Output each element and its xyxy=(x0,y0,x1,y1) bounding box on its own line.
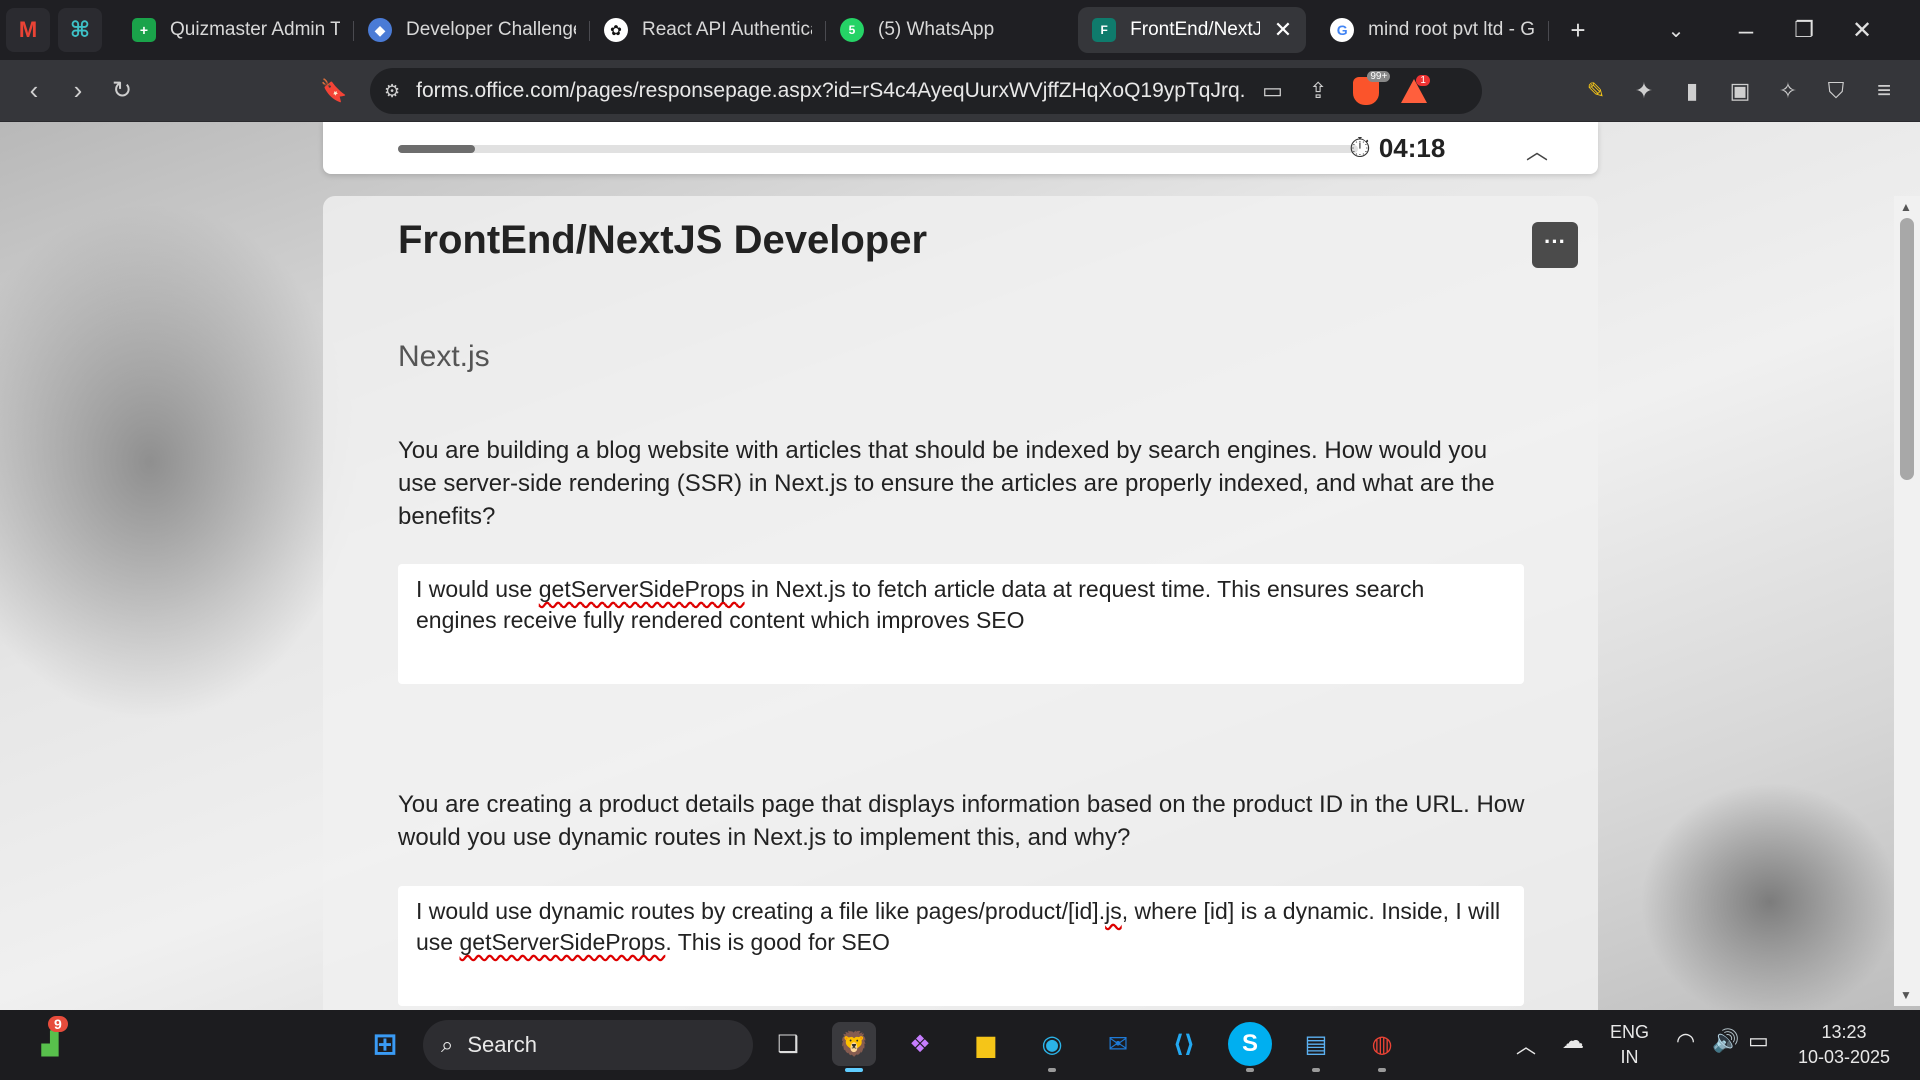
openai-icon: ✿ xyxy=(604,18,628,42)
brave-taskbar-icon[interactable]: 🦁 xyxy=(832,1022,876,1066)
notes-icon[interactable]: ✎ xyxy=(1574,69,1618,113)
search-icon: ⌕ xyxy=(441,1032,454,1057)
collapse-chevron-icon[interactable]: ︿ xyxy=(1526,134,1548,166)
bookmark-icon[interactable]: 🔖 xyxy=(312,69,356,113)
tab-developer-challenge[interactable]: ◆ Developer Challenge xyxy=(354,7,590,53)
forms-icon: F xyxy=(1092,18,1117,42)
timer-text: 04:18 xyxy=(1378,133,1446,163)
progress-bar xyxy=(398,145,1358,153)
whatsapp-icon: 5 xyxy=(840,18,864,42)
reload-icon[interactable]: ↻ xyxy=(100,69,144,113)
extensions-icon[interactable]: ✦ xyxy=(1622,69,1666,113)
browser-toolbar: ‹ › ↻ 🔖 ⚙ forms.office.com/pages/respons… xyxy=(0,60,1920,122)
stopwatch-icon: ⏱ xyxy=(1349,132,1371,163)
url-text[interactable]: forms.office.com/pages/responsepage.aspx… xyxy=(416,79,1246,103)
wallet-icon[interactable]: ▣ xyxy=(1718,69,1762,113)
google-icon: G xyxy=(1330,18,1355,42)
tab-frontend-nextjs[interactable]: F FrontEnd/NextJS ✕ xyxy=(1078,7,1307,53)
outlook-icon[interactable]: ✉ xyxy=(1096,1022,1140,1066)
clock[interactable]: 13:23 10-03-2025 xyxy=(1794,1022,1894,1068)
edge-icon[interactable]: ◉ xyxy=(1030,1022,1074,1066)
close-window-icon[interactable]: ✕ xyxy=(1833,16,1891,45)
menu-icon[interactable]: ≡ xyxy=(1862,69,1906,113)
task-view-icon[interactable]: ❑ xyxy=(766,1022,810,1066)
shield-icon: ◆ xyxy=(368,18,392,42)
back-icon[interactable]: ‹ xyxy=(12,69,56,113)
form-title: FrontEnd/NextJS Developer xyxy=(398,218,928,262)
notepad-icon[interactable]: ▤ xyxy=(1294,1022,1338,1066)
question-2: You are creating a product details page … xyxy=(398,791,1525,851)
progress-fill xyxy=(398,145,475,153)
brave-shield-icon[interactable]: 99+ xyxy=(1353,71,1391,105)
weather-widget-icon[interactable]: ▟ 9 xyxy=(28,1016,72,1066)
forward-icon[interactable]: › xyxy=(56,69,100,113)
start-icon[interactable]: ⊞ xyxy=(363,1022,407,1066)
gmail-icon[interactable]: M xyxy=(6,8,50,52)
onedrive-icon[interactable]: ☁ xyxy=(1562,1028,1584,1054)
page-scrollbar[interactable]: ▲ ▼ xyxy=(1894,196,1920,1006)
scroll-down-icon[interactable]: ▼ xyxy=(1900,988,1912,1002)
site-info-icon[interactable]: ⚙ xyxy=(384,81,400,102)
close-tab-icon[interactable]: ✕ xyxy=(1274,17,1292,43)
tab-react-api[interactable]: ✿ React API Authentica xyxy=(590,7,826,53)
language-indicator[interactable]: ENG IN xyxy=(1610,1022,1649,1068)
share-icon[interactable]: ⇪ xyxy=(1309,78,1327,104)
tab-whatsapp[interactable]: 5 (5) WhatsApp xyxy=(826,7,1008,53)
answer-1-field[interactable]: I would use getServerSideProps in Next.j… xyxy=(398,564,1524,684)
timer: ⏱ 04:18 xyxy=(1349,132,1445,165)
show-hidden-icons[interactable]: ︿ xyxy=(1516,1030,1536,1059)
address-bar[interactable]: ⚙ forms.office.com/pages/responsepage.as… xyxy=(370,68,1482,114)
question-1: You are building a blog website with art… xyxy=(398,437,1495,530)
cast-icon[interactable]: ▭ xyxy=(1262,78,1283,104)
skype-icon[interactable]: S xyxy=(1228,1022,1272,1066)
section-title: Next.js xyxy=(398,340,490,373)
file-explorer-icon[interactable]: ▆ xyxy=(964,1022,1008,1066)
new-tab-icon[interactable]: + xyxy=(1549,15,1607,46)
chrome-icon[interactable]: ◍ xyxy=(1360,1022,1404,1066)
wifi-icon[interactable]: ◠ xyxy=(1676,1028,1695,1054)
tab-search-chevron-icon[interactable]: ⌄ xyxy=(1647,18,1705,43)
tab-google[interactable]: G mind root pvt ltd - G xyxy=(1316,7,1549,53)
vpn-shield-icon[interactable]: ⛉ xyxy=(1814,69,1858,113)
battery-icon[interactable]: ▭ xyxy=(1748,1028,1769,1054)
weather-badge: 9 xyxy=(48,1016,68,1032)
restore-icon[interactable]: ❐ xyxy=(1775,17,1833,43)
volume-icon[interactable]: 🔊 xyxy=(1712,1028,1739,1054)
tab-quizmaster[interactable]: + Quizmaster Admin Ta xyxy=(118,7,354,53)
rewards-badge: 1 xyxy=(1416,75,1430,86)
taskbar: ▟ 9 ⊞ ⌕ Search ❑ 🦁 ❖ ▆ ◉ ✉ ⟨⟩ S ▤ ◍ ︿ ☁ … xyxy=(0,1010,1920,1080)
more-options-button[interactable]: ··· xyxy=(1532,222,1578,268)
form-card: FrontEnd/NextJS Developer ··· Next.js Yo… xyxy=(323,196,1598,1010)
copilot-icon[interactable]: ❖ xyxy=(898,1022,942,1066)
answer-2-field[interactable]: I would use dynamic routes by creating a… xyxy=(398,886,1524,1006)
vpn-icon[interactable]: ⌘ xyxy=(58,8,102,52)
leo-ai-icon[interactable]: ✧ xyxy=(1766,69,1810,113)
page-content: ⏱ 04:18 ︿ FrontEnd/NextJS Developer ··· … xyxy=(0,122,1920,1010)
scroll-thumb[interactable] xyxy=(1900,218,1914,480)
taskbar-search[interactable]: ⌕ Search xyxy=(423,1020,753,1070)
shield-badge: 99+ xyxy=(1367,71,1391,82)
plus-green-icon: + xyxy=(132,18,156,42)
scroll-up-icon[interactable]: ▲ xyxy=(1900,200,1912,214)
minimize-icon[interactable]: – xyxy=(1717,15,1775,46)
timer-bar: ⏱ 04:18 ︿ xyxy=(323,122,1598,174)
tab-strip: M ⌘ + Quizmaster Admin Ta ◆ Developer Ch… xyxy=(0,0,1920,60)
rewards-icon[interactable]: 1 xyxy=(1401,75,1430,103)
sidebar-icon[interactable]: ▮ xyxy=(1670,69,1714,113)
vscode-icon[interactable]: ⟨⟩ xyxy=(1162,1022,1206,1066)
